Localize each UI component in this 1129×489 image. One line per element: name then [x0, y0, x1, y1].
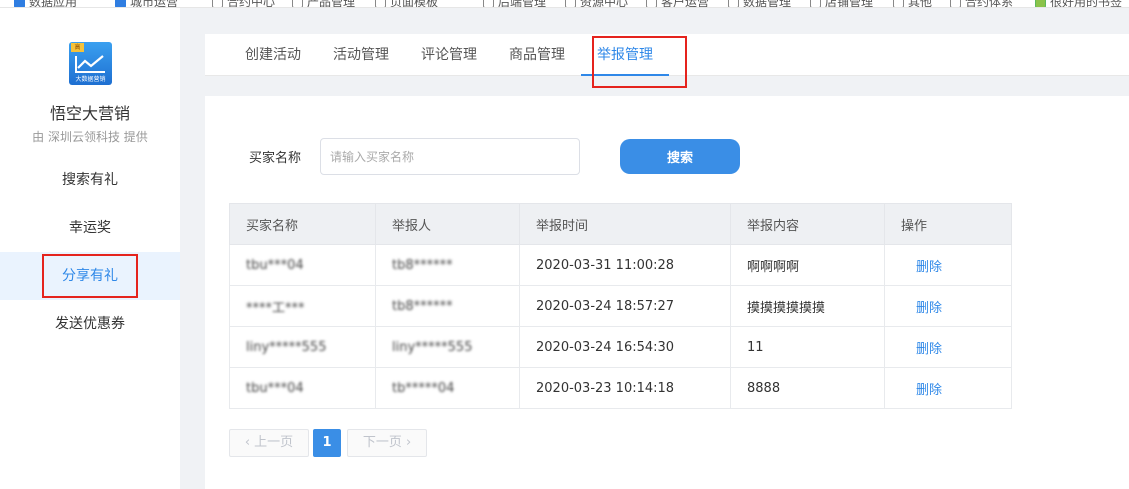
bookmark-item[interactable]: 后端管理 [483, 0, 546, 7]
provider-text: 由 深圳云领科技 提供 [32, 130, 148, 144]
bookmark-icon [14, 0, 25, 7]
action-cell: 删除 [884, 367, 1012, 409]
app-name: 悟空大营销 [49, 104, 130, 123]
column-header: 举报时间 [519, 203, 731, 245]
folder-icon [292, 0, 303, 7]
time-cell: 2020-03-24 16:54:30 [519, 326, 731, 368]
folder-icon [810, 0, 821, 7]
bookmark-item[interactable]: 合约中心 [212, 0, 275, 7]
bookmark-item[interactable]: 合约体系 [950, 0, 1013, 7]
delete-link[interactable]: 删除 [901, 260, 942, 275]
table-row: ****工*** tb8****** 2020-03-24 18:57:27 摸… [229, 285, 1012, 327]
bookmark-item[interactable]: 很好用的书签 [1035, 0, 1122, 7]
content-cell: 摸摸摸摸摸摸 [730, 285, 885, 327]
buyer-cell: tbu***04 [229, 244, 376, 286]
tab-product-management[interactable]: 商品管理 [509, 34, 565, 76]
sidebar-item-send-coupon[interactable]: 发送优惠券 [0, 300, 180, 348]
logo-text: 大数据营销 [75, 76, 106, 83]
prev-page-button[interactable]: ‹ 上一页 [229, 429, 309, 457]
bookmark-item[interactable]: 客户运营 [646, 0, 709, 7]
folder-icon [646, 0, 657, 7]
time-cell: 2020-03-31 11:00:28 [519, 244, 731, 286]
bookmark-item[interactable]: 数据管理 [728, 0, 791, 7]
bookmark-item[interactable]: 数据应用 [14, 0, 77, 7]
action-cell: 删除 [884, 326, 1012, 368]
page-number-button[interactable]: 1 [313, 429, 341, 457]
action-cell: 删除 [884, 285, 1012, 327]
reporter-cell: liny*****555 [375, 326, 520, 368]
folder-icon [728, 0, 739, 7]
action-cell: 删除 [884, 244, 1012, 286]
content-cell: 8888 [730, 367, 885, 409]
folder-icon [565, 0, 576, 7]
report-table: 买家名称 举报人 举报时间 举报内容 操作 tbu***04 tb8******… [229, 203, 1012, 409]
bookmark-item[interactable]: 店铺管理 [810, 0, 873, 7]
column-header: 举报内容 [730, 203, 885, 245]
chevron-left-icon: ‹ [244, 435, 255, 450]
column-header: 举报人 [375, 203, 520, 245]
buyer-cell: tbu***04 [229, 367, 376, 409]
app-logo: 高 大数据营销 [69, 42, 112, 85]
column-header: 买家名称 [229, 203, 376, 245]
table-header-row: 买家名称 举报人 举报时间 举报内容 操作 [229, 203, 1012, 245]
search-label: 买家名称 [249, 151, 302, 166]
sidebar-item-search-gift[interactable]: 搜索有礼 [0, 156, 180, 204]
bookmarks-bar: 数据应用 城市运营 合约中心 产品管理 页面模板 后端管理 资源中心 客户运营 … [0, 0, 1129, 8]
bookmark-icon [115, 0, 126, 7]
tab-bar: 创建活动 活动管理 评论管理 商品管理 举报管理 [205, 34, 1129, 88]
next-page-button[interactable]: 下一页 › [347, 429, 427, 457]
table-row: tbu***04 tb8****** 2020-03-31 11:00:28 啊… [229, 244, 1012, 286]
sidebar-nav: 搜索有礼 幸运奖 分享有礼 发送优惠券 [0, 156, 180, 348]
delete-link[interactable]: 删除 [901, 342, 942, 357]
tab-report-management[interactable]: 举报管理 [581, 34, 669, 76]
folder-icon [950, 0, 961, 7]
bookmark-item[interactable]: 页面模板 [375, 0, 438, 7]
sidebar-item-share-gift[interactable]: 分享有礼 [0, 252, 180, 300]
folder-icon [893, 0, 904, 7]
buyer-cell: ****工*** [229, 285, 376, 327]
buyer-name-search-input[interactable] [320, 138, 580, 175]
time-cell: 2020-03-24 18:57:27 [519, 285, 731, 327]
bookmark-item[interactable]: 产品管理 [292, 0, 355, 7]
reporter-cell: tb8****** [375, 285, 520, 327]
bookmark-item[interactable]: 其他 [893, 0, 932, 7]
highlight-box: 分享有礼 [42, 254, 138, 298]
folder-icon [375, 0, 386, 7]
content-panel: 买家名称 搜索 买家名称 举报人 举报时间 举报内容 操作 tbu***04 t… [205, 96, 1129, 489]
chevron-right-icon: › [401, 435, 412, 450]
folder-icon [212, 0, 223, 7]
buyer-cell: liny*****555 [229, 326, 376, 368]
column-header: 操作 [884, 203, 1012, 245]
bookmark-item[interactable]: 城市运营 [115, 0, 178, 7]
folder-icon [483, 0, 494, 7]
tab-activity-management[interactable]: 活动管理 [333, 34, 389, 76]
leaf-icon [1035, 0, 1046, 7]
tab-comment-management[interactable]: 评论管理 [421, 34, 477, 76]
delete-link[interactable]: 删除 [901, 383, 942, 398]
content-cell: 啊啊啊啊 [730, 244, 885, 286]
table-row: liny*****555 liny*****555 2020-03-24 16:… [229, 326, 1012, 368]
reporter-cell: tb8****** [375, 244, 520, 286]
content-cell: 11 [730, 326, 885, 368]
bookmark-item[interactable]: 资源中心 [565, 0, 628, 7]
table-row: tbu***04 tb*****04 2020-03-23 10:14:18 8… [229, 367, 1012, 409]
time-cell: 2020-03-23 10:14:18 [519, 367, 731, 409]
tab-create-activity[interactable]: 创建活动 [245, 34, 301, 76]
delete-link[interactable]: 删除 [901, 301, 942, 316]
sidebar: 高 大数据营销 悟空大营销 由 深圳云领科技 提供 搜索有礼 幸运奖 分享有礼 … [0, 8, 180, 489]
reporter-cell: tb*****04 [375, 367, 520, 409]
sidebar-item-lucky-prize[interactable]: 幸运奖 [0, 204, 180, 252]
logo-tag: 高 [71, 43, 84, 52]
trend-chart-icon [75, 55, 105, 73]
search-button[interactable]: 搜索 [620, 139, 740, 174]
